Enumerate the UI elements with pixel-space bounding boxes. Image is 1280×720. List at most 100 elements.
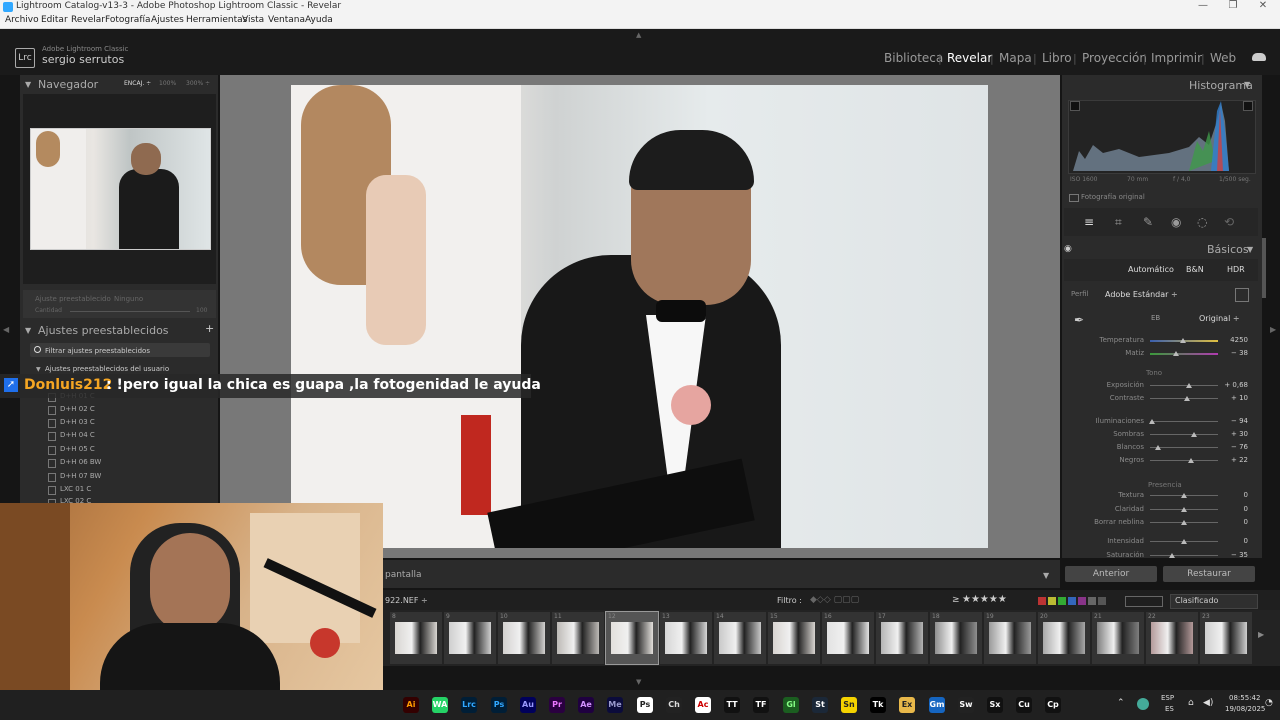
- original-photo-label[interactable]: Fotografía original: [1081, 193, 1145, 201]
- taskbar-app-icon[interactable]: Ps: [637, 697, 653, 713]
- toolbar-menu-icon[interactable]: ▼: [1043, 571, 1049, 580]
- slider-value[interactable]: 0: [1208, 505, 1248, 513]
- taskbar-app-icon[interactable]: St: [812, 697, 828, 713]
- network-icon[interactable]: ⌂: [1188, 698, 1194, 708]
- taskbar-app-icon[interactable]: Sw: [958, 697, 974, 713]
- edit-sliders-icon[interactable]: ≡: [1084, 215, 1094, 229]
- preset-item[interactable]: D+H 02 C: [60, 405, 95, 413]
- slider-value[interactable]: + 10: [1208, 394, 1248, 402]
- zoom-300[interactable]: 300% ÷: [186, 80, 210, 87]
- menu-archivo[interactable]: Archivo: [5, 15, 39, 25]
- filmstrip-thumbnail[interactable]: 22: [1146, 612, 1198, 664]
- taskbar-app-icon[interactable]: Tk: [870, 697, 886, 713]
- slider-value[interactable]: 0: [1208, 518, 1248, 526]
- taskbar-app-icon[interactable]: Gl: [783, 697, 799, 713]
- toolbar-view-label[interactable]: pantalla: [385, 570, 422, 580]
- color-label-purple[interactable]: [1078, 597, 1086, 605]
- module-revelar[interactable]: Revelar: [947, 51, 992, 65]
- menu-editar[interactable]: Editar: [41, 15, 68, 25]
- collapse-top-arrow-icon[interactable]: ▲: [636, 31, 641, 39]
- collapse-navigator-icon[interactable]: ▼: [25, 80, 31, 89]
- collapse-bottom-arrow-icon[interactable]: ▼: [636, 678, 641, 686]
- rating-operator[interactable]: ≥: [952, 595, 960, 605]
- previous-button[interactable]: Anterior: [1065, 566, 1157, 582]
- taskbar-app-icon[interactable]: WA: [432, 697, 448, 713]
- slider-knob[interactable]: [1181, 507, 1187, 512]
- filmstrip-thumbnail[interactable]: 12: [605, 611, 659, 665]
- menu-vista[interactable]: Vista: [242, 15, 264, 25]
- rating-filter-stars[interactable]: ★★★★★: [962, 594, 1007, 605]
- taskbar-app-icon[interactable]: TT: [724, 697, 740, 713]
- add-preset-icon[interactable]: +: [205, 322, 214, 335]
- language-indicator[interactable]: ESP: [1161, 694, 1174, 702]
- zoom-100[interactable]: 100%: [159, 80, 176, 87]
- masking-icon[interactable]: ◌: [1197, 215, 1207, 229]
- clock-date[interactable]: 19/08/2025: [1225, 705, 1265, 713]
- filmstrip-thumbnail[interactable]: 11: [552, 612, 604, 664]
- filmstrip-thumbnail[interactable]: 9: [444, 612, 496, 664]
- taskbar-app-icon[interactable]: Ps: [491, 697, 507, 713]
- taskbar-app-icon[interactable]: Ch: [666, 697, 682, 713]
- treatment-auto[interactable]: Automático: [1128, 265, 1174, 274]
- main-photo[interactable]: [291, 85, 988, 548]
- treatment-hdr[interactable]: HDR: [1227, 265, 1245, 274]
- crop-icon[interactable]: ⌗: [1115, 215, 1122, 230]
- collapse-basics-icon[interactable]: ▼: [1247, 245, 1253, 254]
- slider-value[interactable]: 4250: [1208, 336, 1248, 344]
- taskbar-app-icon[interactable]: Lrc: [461, 697, 477, 713]
- slider-value[interactable]: 0: [1208, 537, 1248, 545]
- menu-herramientas[interactable]: Herramientas: [186, 15, 247, 25]
- taskbar-app-icon[interactable]: Au: [520, 697, 536, 713]
- filmstrip-thumbnail[interactable]: 23: [1200, 612, 1252, 664]
- slider-value[interactable]: − 94: [1208, 417, 1248, 425]
- slider-knob[interactable]: [1181, 539, 1187, 544]
- filmstrip-thumbnail[interactable]: 17: [876, 612, 928, 664]
- taskbar-app-icon[interactable]: Cu: [1016, 697, 1032, 713]
- slider-value[interactable]: − 38: [1208, 349, 1248, 357]
- shadow-clip-toggle[interactable]: [1070, 101, 1080, 111]
- taskbar-app-icon[interactable]: Ac: [695, 697, 711, 713]
- zoom-fit[interactable]: ENCAJ. ÷: [124, 80, 151, 87]
- preset-item[interactable]: D+H 05 C: [60, 445, 95, 453]
- filmstrip-thumbnail[interactable]: 20: [1038, 612, 1090, 664]
- visibility-eye-icon[interactable]: ◉: [1064, 244, 1072, 254]
- filter-lock-icon[interactable]: [1125, 596, 1163, 607]
- tray-chevron-icon[interactable]: ⌃: [1117, 698, 1125, 708]
- slider-knob[interactable]: [1168, 553, 1175, 558]
- slider-value[interactable]: + 0,68: [1208, 381, 1248, 389]
- slider-value[interactable]: − 35: [1208, 551, 1248, 559]
- color-label-other[interactable]: [1098, 597, 1106, 605]
- profile-select[interactable]: Adobe Estándar ÷: [1105, 290, 1178, 299]
- slider-knob[interactable]: [1184, 396, 1191, 401]
- treatment-bw[interactable]: B&N: [1186, 265, 1204, 274]
- maximize-button[interactable]: ❐: [1218, 0, 1248, 11]
- menu-fotografia[interactable]: Fotografía: [105, 15, 151, 25]
- slider-value[interactable]: + 22: [1208, 456, 1248, 464]
- preset-item[interactable]: D+H 07 BW: [60, 472, 101, 480]
- slider-knob[interactable]: [1191, 432, 1198, 437]
- slider-knob[interactable]: [1155, 445, 1162, 450]
- menu-ajustes[interactable]: Ajustes: [151, 15, 184, 25]
- taskbar-app-icon[interactable]: Sn: [841, 697, 857, 713]
- slider-knob[interactable]: [1181, 520, 1187, 525]
- slider-knob[interactable]: [1188, 458, 1195, 463]
- module-web[interactable]: Web: [1210, 51, 1236, 65]
- flag-filter-icon[interactable]: ◆◇◇ ▢▢▢: [810, 595, 859, 605]
- user-presets-label[interactable]: Ajustes preestablecidos del usuario: [45, 365, 169, 373]
- taskbar-app-icon[interactable]: Cp: [1045, 697, 1061, 713]
- cloud-sync-icon[interactable]: [1252, 53, 1266, 61]
- right-panel-collapse-icon[interactable]: ▶: [1270, 325, 1276, 334]
- taskbar-app-icon[interactable]: Sx: [987, 697, 1003, 713]
- close-button[interactable]: ✕: [1248, 0, 1278, 11]
- module-proyeccion[interactable]: Proyección: [1082, 51, 1147, 65]
- user-presets-expand-icon[interactable]: ▼: [36, 366, 41, 373]
- slider-knob[interactable]: [1185, 383, 1192, 388]
- filmstrip-thumbnail[interactable]: 21: [1092, 612, 1144, 664]
- slider-knob[interactable]: [1181, 493, 1187, 498]
- taskbar-app-icon[interactable]: Gm: [929, 697, 945, 713]
- preset-item[interactable]: D+H 03 C: [60, 418, 95, 426]
- tray-app-icon[interactable]: [1137, 698, 1149, 710]
- slider-value[interactable]: − 76: [1208, 443, 1248, 451]
- taskbar-app-icon[interactable]: Ex: [899, 697, 915, 713]
- color-label-red[interactable]: [1038, 597, 1046, 605]
